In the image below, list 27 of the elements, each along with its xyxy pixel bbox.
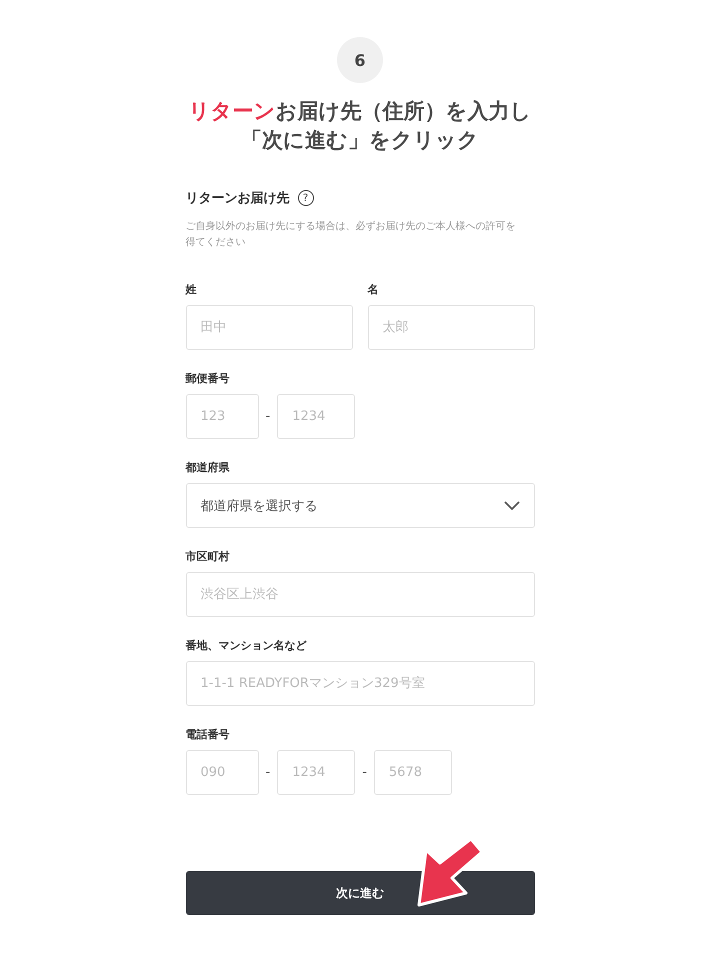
help-icon[interactable]: ?	[298, 190, 314, 206]
next-button[interactable]: 次に進む	[186, 871, 534, 915]
input-field[interactable]: 太郎	[368, 305, 534, 350]
field-label: 郵便番号	[186, 372, 230, 385]
field-label: 市区町村	[186, 550, 230, 563]
instruction-heading: リターンお届け先（住所）を入力し 「次に進む」をクリック	[188, 98, 532, 154]
step-number: 6	[337, 37, 383, 83]
separator-dash: -	[266, 765, 270, 780]
field-label: 名	[368, 283, 380, 296]
input-field[interactable]: 123	[186, 394, 258, 439]
separator-dash: -	[266, 409, 270, 424]
field-label: 都道府県	[186, 461, 230, 474]
chevron-down-icon	[504, 500, 520, 510]
field-label: 電話番号	[186, 728, 230, 741]
input-field[interactable]: 田中	[186, 305, 352, 350]
prefecture-select[interactable]: 都道府県を選択する	[186, 483, 534, 528]
input-field[interactable]: 渋谷区上渋谷	[186, 572, 534, 617]
field-label: 番地、マンション名など	[186, 639, 308, 652]
input-field[interactable]: 1234	[277, 394, 356, 439]
separator-dash: -	[362, 765, 367, 780]
section-title: リターンお届け先	[186, 190, 290, 207]
input-field[interactable]: 090	[186, 750, 258, 795]
input-field[interactable]: 1-1-1 READYFORマンション329号室	[186, 661, 534, 706]
note-text: ご自身以外のお届け先にする場合は、必ずお届け先のご本人様への許可を得てください	[186, 220, 516, 250]
input-field[interactable]: 5678	[374, 750, 452, 795]
field-label: 姓	[186, 283, 198, 296]
input-field[interactable]: 1234	[277, 750, 356, 795]
